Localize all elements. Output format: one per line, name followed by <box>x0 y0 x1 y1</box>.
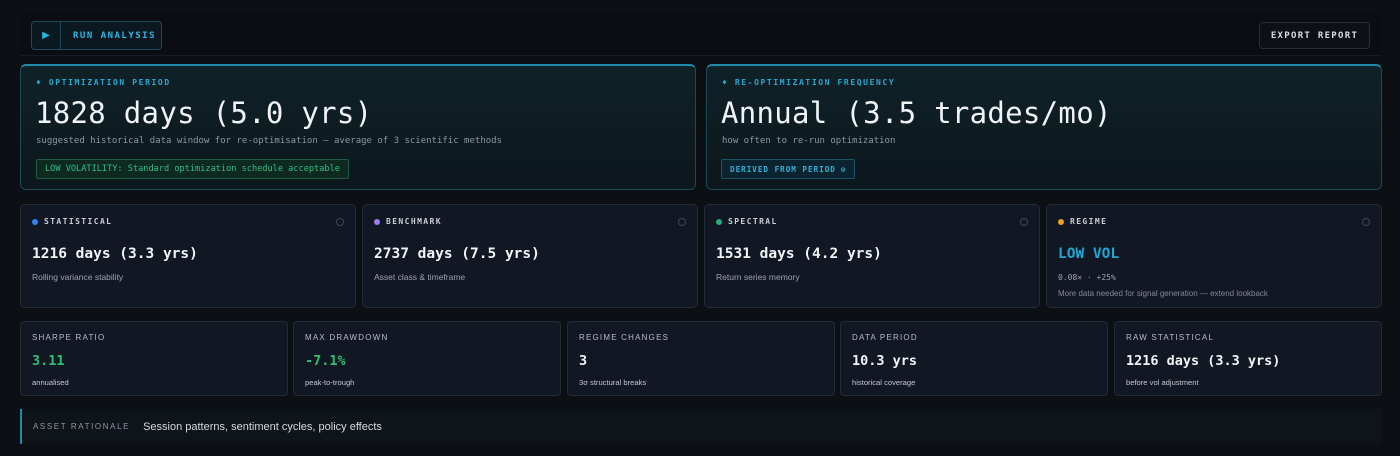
method-label: STATISTICAL <box>44 217 113 226</box>
method-subtitle: Rolling variance stability <box>32 272 124 282</box>
method-card-spectral: SPECTRAL 1531 days (4.2 yrs) Return seri… <box>704 204 1040 308</box>
info-icon[interactable] <box>336 218 344 226</box>
stat-subtitle: 3σ structural breaks <box>579 378 647 387</box>
diamond-icon: ♦ <box>36 78 43 87</box>
method-value: 1216 days (3.3 yrs) <box>32 246 198 262</box>
method-value: 2737 days (7.5 yrs) <box>374 246 540 262</box>
play-icon: ▶ <box>32 22 61 49</box>
stat-label: RAW STATISTICAL <box>1126 333 1215 342</box>
stat-value: 10.3 yrs <box>852 353 918 369</box>
stat-label: SHARPE RATIO <box>32 333 106 342</box>
volatility-badge: LOW VOLATILITY: Standard optimization sc… <box>36 159 349 179</box>
status-dot <box>1058 218 1064 225</box>
stat-value: 1216 days (3.3 yrs) <box>1126 353 1281 369</box>
stat-label: REGIME CHANGES <box>579 333 670 342</box>
derived-from-period-badge[interactable]: DERIVED FROM PERIOD ⊙ <box>721 159 856 179</box>
reoptimization-frequency-card: ♦ RE-OPTIMIZATION FREQUENCY Annual (3.5 … <box>706 64 1382 190</box>
optimization-period-value: 1828 days (5.0 yrs) <box>35 96 373 130</box>
stat-card-sharpe-ratio: SHARPE RATIO 3.11 annualised <box>20 321 288 396</box>
optimization-period-label: ♦ OPTIMIZATION PERIOD <box>36 78 171 87</box>
stat-label: DATA PERIOD <box>852 333 918 342</box>
stat-subtitle: annualised <box>32 378 69 387</box>
status-dot <box>716 218 722 225</box>
stat-subtitle: historical coverage <box>852 378 916 387</box>
status-dot <box>374 218 380 225</box>
method-subtitle: Return series memory <box>716 272 800 282</box>
diamond-icon: ♦ <box>722 78 729 87</box>
asset-rationale-label: ASSET RATIONALE <box>33 422 131 431</box>
method-label: BENCHMARK <box>386 217 442 226</box>
stat-value: 3.11 <box>32 353 65 369</box>
optimization-period-subtitle: suggested historical data window for re-… <box>36 136 502 146</box>
status-dot <box>32 218 38 225</box>
method-subtitle: Asset class & timeframe <box>374 272 466 282</box>
method-value: 1531 days (4.2 yrs) <box>716 246 882 262</box>
regime-value: LOW VOL <box>1058 246 1120 262</box>
optimization-period-card: ♦ OPTIMIZATION PERIOD 1828 days (5.0 yrs… <box>20 64 696 190</box>
asset-rationale-bar: ASSET RATIONALE Session patterns, sentim… <box>20 409 1382 444</box>
stat-subtitle: before vol adjustment <box>1126 378 1199 387</box>
method-label: REGIME <box>1070 217 1108 226</box>
stat-card-raw-statistical: RAW STATISTICAL 1216 days (3.3 yrs) befo… <box>1114 321 1382 396</box>
stat-card-data-period: DATA PERIOD 10.3 yrs historical coverage <box>840 321 1108 396</box>
stat-value: -7.1% <box>305 353 346 369</box>
regime-metric: 0.08× · +25% <box>1058 273 1116 282</box>
stat-subtitle: peak-to-trough <box>305 378 355 387</box>
toolbar: ▶ RUN ANALYSIS EXPORT REPORT <box>20 14 1382 56</box>
stat-value: 3 <box>579 353 588 369</box>
stat-card-max-drawdown: MAX DRAWDOWN -7.1% peak-to-trough <box>293 321 561 396</box>
reoptimization-frequency-value: Annual (3.5 trades/mo) <box>721 96 1112 130</box>
reoptimization-frequency-subtitle: how often to re-run optimization <box>722 136 896 146</box>
export-report-button[interactable]: EXPORT REPORT <box>1259 22 1370 49</box>
run-analysis-button[interactable]: ▶ RUN ANALYSIS <box>31 21 162 50</box>
method-subtitle: More data needed for signal generation —… <box>1058 289 1268 298</box>
asset-rationale-text: Session patterns, sentiment cycles, poli… <box>143 420 382 433</box>
method-label: SPECTRAL <box>728 217 778 226</box>
stat-label: MAX DRAWDOWN <box>305 333 389 342</box>
method-card-regime: REGIME LOW VOL 0.08× · +25% More data ne… <box>1046 204 1382 308</box>
info-icon[interactable] <box>1020 218 1028 226</box>
info-icon[interactable] <box>1362 218 1370 226</box>
stat-card-regime-changes: REGIME CHANGES 3 3σ structural breaks <box>567 321 835 396</box>
method-card-statistical: STATISTICAL 1216 days (3.3 yrs) Rolling … <box>20 204 356 308</box>
info-icon[interactable] <box>678 218 686 226</box>
reoptimization-frequency-label: ♦ RE-OPTIMIZATION FREQUENCY <box>722 78 896 87</box>
info-icon: ⊙ <box>840 164 847 174</box>
run-analysis-label: RUN ANALYSIS <box>73 30 157 41</box>
method-card-benchmark: BENCHMARK 2737 days (7.5 yrs) Asset clas… <box>362 204 698 308</box>
